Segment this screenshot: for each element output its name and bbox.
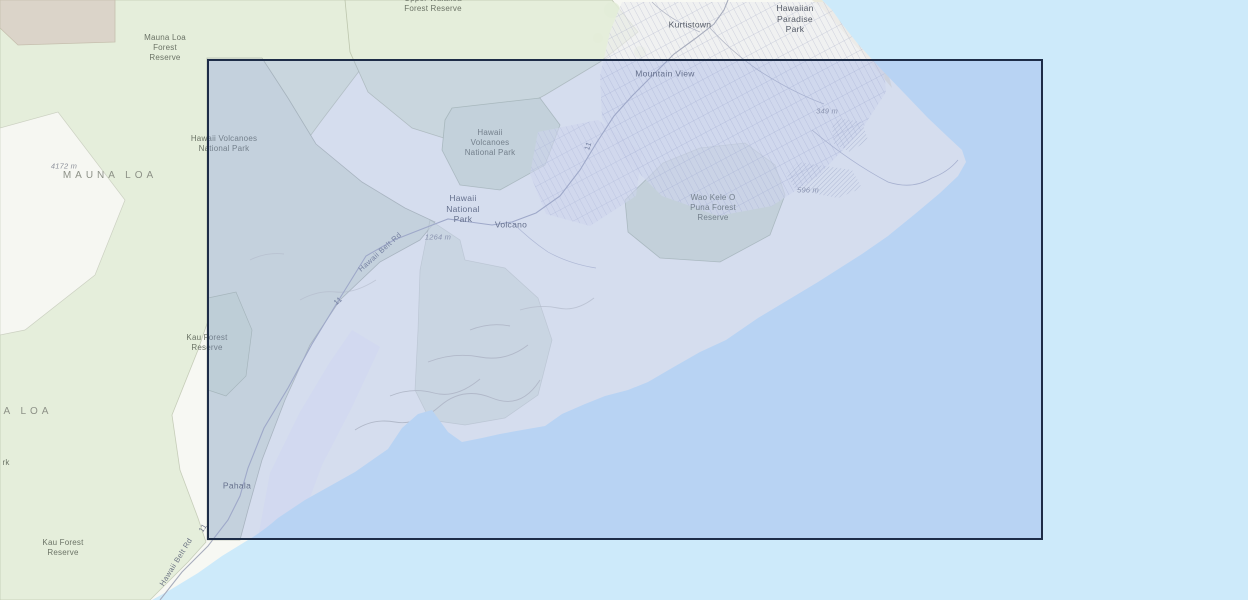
map-viewport[interactable]: Upper Waiakea Forest Reserve Mauna Loa F… <box>0 0 1248 600</box>
selection-rectangle[interactable] <box>207 59 1043 540</box>
